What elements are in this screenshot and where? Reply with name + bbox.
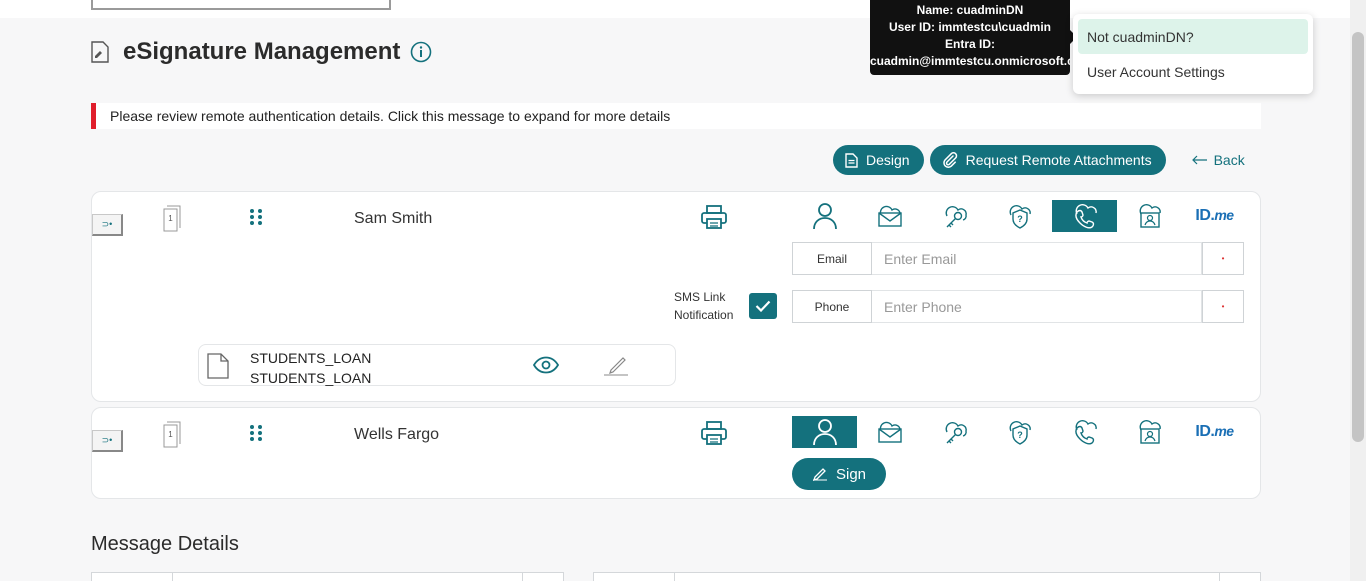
email-label: Email <box>792 242 872 275</box>
page-title: eSignature Management <box>123 38 401 65</box>
svg-text:?: ? <box>1017 430 1023 440</box>
cloud-id-icon <box>1139 204 1161 228</box>
page-count-icon: 1 <box>163 421 181 448</box>
person-icon <box>812 203 837 230</box>
signer-card-sam-smith: ⊃• 1 Sam Smith ? ID.me Email Enter Email… <box>91 191 1261 402</box>
drag-handle-icon[interactable] <box>249 424 263 442</box>
message-field-addon-left <box>522 572 564 581</box>
top-search-box[interactable] <box>91 0 391 10</box>
shield-question-icon: ? <box>1009 205 1031 229</box>
email-input[interactable]: Enter Email <box>872 242 1202 275</box>
sms-notification-checkbox[interactable] <box>749 293 777 319</box>
request-remote-attachments-label: Request Remote Attachments <box>965 152 1152 168</box>
page-count-icon: 1 <box>163 205 181 232</box>
phone-input[interactable]: Enter Phone <box>872 290 1202 323</box>
document-row: STUDENTS_LOAN STUDENTS_LOAN <box>198 344 676 386</box>
vertical-scrollbar[interactable] <box>1350 0 1366 581</box>
print-icon[interactable] <box>700 420 728 446</box>
email-required-indicator: • <box>1202 242 1244 275</box>
page-header: eSignature Management <box>91 36 432 68</box>
drag-handle-icon[interactable] <box>249 208 263 226</box>
phone-label: Phone <box>792 290 872 323</box>
arrow-left-icon <box>1191 155 1207 165</box>
email-row: Email Enter Email • <box>792 242 1244 275</box>
sms-link-notification-label: SMS Link Notification <box>674 290 734 322</box>
back-link[interactable]: Back <box>1191 152 1245 168</box>
phone-row: Phone Enter Phone • <box>792 290 1244 323</box>
signer-card-wells-fargo: ⊃• 1 Wells Fargo ? ID.me Sign <box>91 407 1261 499</box>
message-field-label-left <box>91 572 173 581</box>
cloud-key-icon <box>945 206 967 228</box>
phone-icon <box>1074 420 1097 445</box>
person-icon <box>812 419 837 446</box>
action-bar: Design Request Remote Attachments Back <box>833 145 1245 175</box>
message-field-input-right[interactable] <box>674 572 1220 581</box>
info-icon[interactable] <box>410 41 432 63</box>
alert-text: Please review remote authentication deta… <box>110 108 671 124</box>
expand-toggle-button[interactable]: ⊃• <box>92 430 123 452</box>
idme-logo: ID.me <box>1195 207 1234 224</box>
idme-auth-option[interactable]: ID.me <box>1182 416 1247 448</box>
email-auth-option[interactable] <box>857 416 922 448</box>
kba-auth-option[interactable]: ? <box>987 416 1052 448</box>
phone-required-indicator: • <box>1202 290 1244 323</box>
document-icon <box>845 152 858 168</box>
eye-icon[interactable] <box>533 356 559 374</box>
menu-item-not-user[interactable]: Not cuadminDN? <box>1078 19 1308 54</box>
phone-auth-option[interactable] <box>1052 200 1117 232</box>
design-button[interactable]: Design <box>833 145 924 175</box>
message-field-input-left[interactable] <box>172 572 523 581</box>
expand-toggle-button[interactable]: ⊃• <box>92 214 123 236</box>
user-info-tooltip: Name: cuadminDN User ID: immtestcu\cuadm… <box>870 0 1070 75</box>
phone-auth-option[interactable] <box>1052 416 1117 448</box>
checkmark-icon <box>755 300 771 312</box>
user-menu: Not cuadminDN? User Account Settings <box>1073 14 1313 94</box>
kba-auth-option[interactable]: ? <box>987 200 1052 232</box>
email-auth-option[interactable] <box>857 200 922 232</box>
file-icon <box>207 353 229 379</box>
cloud-email-icon <box>877 205 902 227</box>
page-count: 1 <box>168 214 173 223</box>
idme-auth-option[interactable]: ID.me <box>1182 200 1247 232</box>
auth-method-icons: ? ID.me <box>792 200 1247 232</box>
design-button-label: Design <box>866 152 910 168</box>
signature-pen-icon[interactable] <box>603 353 629 377</box>
remote-auth-alert[interactable]: Please review remote authentication deta… <box>91 103 1261 129</box>
person-auth-option[interactable] <box>792 416 857 448</box>
id-auth-option[interactable] <box>1117 416 1182 448</box>
signer-name: Wells Fargo <box>354 426 440 443</box>
message-details-heading: Message Details <box>91 533 239 555</box>
key-auth-option[interactable] <box>922 416 987 448</box>
key-auth-option[interactable] <box>922 200 987 232</box>
print-icon[interactable] <box>700 204 728 230</box>
paperclip-icon <box>942 152 957 168</box>
cloud-email-icon <box>877 421 902 443</box>
message-field-label-right <box>593 572 675 581</box>
page-count: 1 <box>168 430 173 439</box>
request-remote-attachments-button[interactable]: Request Remote Attachments <box>929 145 1166 175</box>
message-field-addon-right <box>1219 572 1261 581</box>
document-sign-icon <box>91 41 109 63</box>
document-name: STUDENTS_LOAN STUDENTS_LOAN <box>250 350 372 386</box>
signer-name: Sam Smith <box>354 210 433 227</box>
back-link-label: Back <box>1213 152 1245 168</box>
cloud-key-icon <box>945 422 967 444</box>
menu-item-account-settings[interactable]: User Account Settings <box>1078 54 1308 89</box>
sign-button-label: Sign <box>836 465 867 483</box>
scrollbar-thumb[interactable] <box>1352 32 1364 442</box>
person-auth-option[interactable] <box>792 200 857 232</box>
cloud-id-icon <box>1139 420 1161 444</box>
idme-logo: ID.me <box>1195 423 1234 440</box>
svg-text:?: ? <box>1017 214 1023 224</box>
pen-icon <box>812 468 827 481</box>
id-auth-option[interactable] <box>1117 200 1182 232</box>
phone-icon <box>1074 204 1097 229</box>
shield-question-icon: ? <box>1009 421 1031 445</box>
sign-button[interactable]: Sign <box>792 458 887 490</box>
auth-method-icons: ? ID.me <box>792 416 1247 448</box>
